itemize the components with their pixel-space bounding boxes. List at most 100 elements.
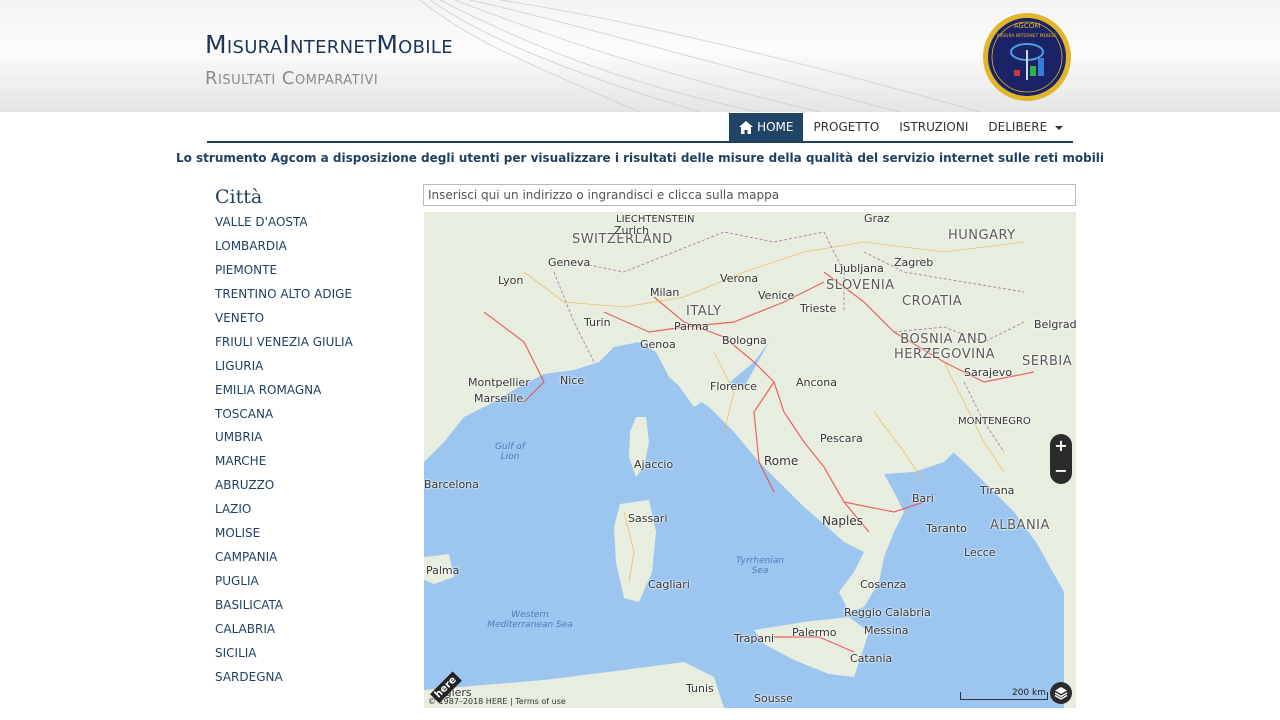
map-city-label: Cosenza [860,578,907,591]
region-item[interactable]: UMBRIA [215,425,405,449]
map-city-label: Marseille [474,392,524,405]
nav-progetto-label: PROGETTO [813,120,880,134]
region-item[interactable]: VALLE D'AOSTA [215,210,405,234]
region-item[interactable]: ABRUZZO [215,473,405,497]
map-city-label: Barcelona [424,478,479,491]
map-city-label: Catania [850,652,893,665]
region-item[interactable]: PUGLIA [215,569,405,593]
address-search-input[interactable] [423,184,1076,206]
site-subtitle: Risultati Comparativi [205,68,379,89]
map-country-label: BOSNIA AND HERZEGOVINA [894,332,996,362]
region-item[interactable]: TRENTINO ALTO ADIGE [215,282,405,306]
map-city-label: Verona [720,272,759,285]
map-city-label: Belgrade [1034,318,1076,331]
region-item[interactable]: SARDEGNA [215,665,405,689]
map-city-label: Pescara [820,432,863,445]
nav-delibere-label: DELIBERE [988,120,1048,134]
map-city-label: Rome [764,454,799,468]
map-country-label: SLOVENIA [826,278,895,293]
map-country-label: ALBANIA [990,518,1050,533]
map-city-label: Montpellier [468,376,530,389]
nav-home-label: HOME [757,120,794,134]
map-city-label: Zurich [614,224,650,237]
map-city-label: Reggio Calabria [844,606,931,619]
map-city-label: Sousse [754,692,793,705]
map-sea-label: Gulf of Lion [495,442,525,462]
header-banner: MisuraInternetMobile Risultati Comparati… [0,0,1280,112]
region-item[interactable]: CALABRIA [215,617,405,641]
logo-subtext: MISURA INTERNET MOBILE [997,33,1057,39]
map-country-label: SERBIA [1022,354,1073,369]
zoom-in-button[interactable]: + [1050,434,1072,459]
map-city-label: Zagreb [894,256,934,269]
map-view[interactable]: SWITZERLAND ITALY SLOVENIA CROATIA HUNGA… [424,212,1076,708]
map-city-label: Tunis [686,682,714,695]
map-city-label: Sassari [628,512,668,525]
map-city-label: Ancona [796,376,837,389]
nav-home[interactable]: HOME [729,113,804,141]
region-item[interactable]: LAZIO [215,497,405,521]
nav-progetto[interactable]: PROGETTO [803,113,889,141]
map-country-label: HUNGARY [948,228,1016,243]
region-item[interactable]: TOSCANA [215,402,405,426]
region-item[interactable]: PIEMONTE [215,258,405,282]
map-city-label: Taranto [926,522,967,535]
map-city-label: Lyon [498,274,524,287]
region-item[interactable]: LIGURIA [215,354,405,378]
map-city-label: Florence [710,380,757,393]
region-list: VALLE D'AOSTA LOMBARDIA PIEMONTE TRENTIN… [215,210,405,689]
region-item[interactable]: LOMBARDIA [215,234,405,258]
map-city-label: Trapani [734,632,775,645]
map-city-label: Venice [758,289,795,302]
nav-istruzioni-label: ISTRUZIONI [899,120,969,134]
map-city-label: Parma [674,320,709,333]
zoom-out-button[interactable]: − [1050,459,1072,484]
region-item[interactable]: MARCHE [215,449,405,473]
map-city-label: Geneva [548,256,591,269]
map-city-label: Trieste [800,302,837,315]
layers-button[interactable] [1050,682,1072,704]
map-city-label: Genoa [640,338,676,351]
map-city-label: Cagliari [648,578,690,591]
map-city-label: Graz [864,212,890,225]
map-city-label: Naples [822,514,863,528]
map-sea-label: Tyrrhenian Sea [735,556,785,576]
region-item[interactable]: CAMPANIA [215,545,405,569]
site-title: MisuraInternetMobile [205,30,453,59]
map-city-label: Palma [426,564,460,577]
map-city-label: Ljubljana [834,262,884,275]
region-item[interactable]: FRIULI VENEZIA GIULIA [215,330,405,354]
map-city-label: Palermo [792,626,837,639]
map-city-label: Turin [584,316,611,329]
agcom-logo: AGCOM MISURA INTERNET MOBILE [983,13,1071,101]
map-sea-label: Western Mediterranean Sea [487,610,573,630]
logo-text: AGCOM [1014,22,1041,30]
region-item[interactable]: VENETO [215,306,405,330]
main-navbar: HOME PROGETTO ISTRUZIONI DELIBERE [207,113,1073,143]
map-city-label: Bari [912,492,934,505]
region-item[interactable]: BASILICATA [215,593,405,617]
map-zoom-control: + − [1050,434,1072,484]
map-city-label: Lecce [964,546,996,559]
map-city-label: Messina [864,624,909,637]
nav-istruzioni[interactable]: ISTRUZIONI [889,113,978,141]
map-city-label: Ajaccio [634,458,674,471]
layers-icon [1054,687,1068,700]
nav-delibere-dropdown[interactable]: DELIBERE [978,113,1073,141]
region-sidebar: Città VALLE D'AOSTA LOMBARDIA PIEMONTE T… [215,186,405,689]
map-city-label: Bologna [722,334,767,347]
map-city-label: Nice [560,374,585,387]
sidebar-title: Città [215,186,263,208]
region-item[interactable]: EMILIA ROMAGNA [215,378,405,402]
map-attribution[interactable]: © 1987–2018 HERE | Terms of use [428,697,566,706]
home-icon [739,120,754,134]
map-country-label: MONTENEGRO [958,416,1031,427]
region-item[interactable]: MOLISE [215,521,405,545]
banner-swirl-decoration [419,0,981,112]
map-scale-label: 200 km [1011,688,1046,698]
map-city-label: Sarajevo [964,366,1013,379]
map-city-label: Milan [650,286,680,299]
map-city-label: Tirana [980,484,1015,497]
page-tagline: Lo strumento Agcom a disposizione degli … [175,151,1105,165]
region-item[interactable]: SICILIA [215,641,405,665]
